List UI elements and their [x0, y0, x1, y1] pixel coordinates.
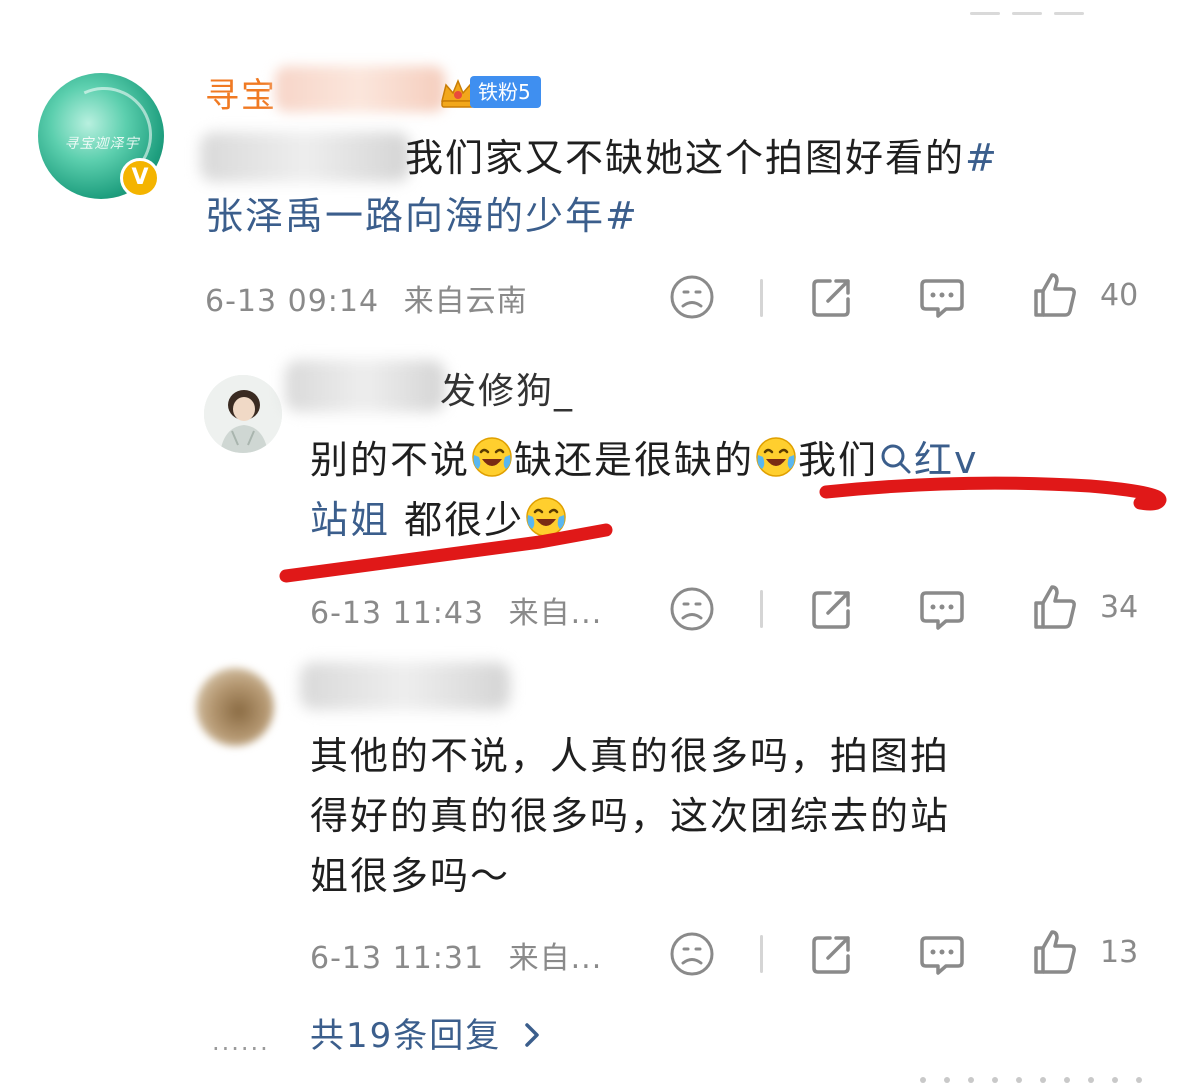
- thumbs-up-icon[interactable]: [1030, 928, 1078, 976]
- reply-meta: 6-13 11:31 来自...: [310, 933, 602, 977]
- timestamp: 6-13 11:31: [310, 941, 485, 976]
- reply-meta: 6-13 11:43 来自...: [310, 588, 602, 632]
- red-underline-annotation: [279, 476, 1167, 583]
- comment-icon[interactable]: [918, 585, 966, 633]
- redacted-username-blur: [300, 662, 510, 710]
- reply-thread-dots: ......: [212, 1028, 270, 1056]
- share-icon[interactable]: [808, 930, 856, 978]
- sad-face-icon[interactable]: [668, 930, 716, 978]
- reply-avatar[interactable]: [196, 668, 274, 746]
- location: 来自...: [508, 941, 603, 976]
- like-count: 13: [1100, 935, 1139, 970]
- like-count: 34: [1100, 590, 1139, 625]
- location: 来自...: [508, 596, 603, 631]
- bottom-dots-decoration: [920, 1068, 1160, 1087]
- divider: [760, 935, 763, 973]
- share-icon[interactable]: [808, 585, 856, 633]
- reply-text-line3: 姐很多吗～: [310, 854, 511, 898]
- view-all-replies-link[interactable]: 共19条回复: [310, 1008, 544, 1057]
- timestamp: 6-13 11:43: [310, 596, 485, 631]
- sad-face-icon[interactable]: [668, 585, 716, 633]
- comment-icon[interactable]: [918, 930, 966, 978]
- thumbs-up-icon[interactable]: [1030, 583, 1078, 631]
- divider: [760, 590, 763, 628]
- reply-text-line2: 得好的真的很多吗，这次团综去的站: [310, 794, 951, 838]
- reply-text-line1: 其他的不说，人真的很多吗，拍图拍: [310, 734, 951, 778]
- chevron-right-icon: [525, 1023, 539, 1047]
